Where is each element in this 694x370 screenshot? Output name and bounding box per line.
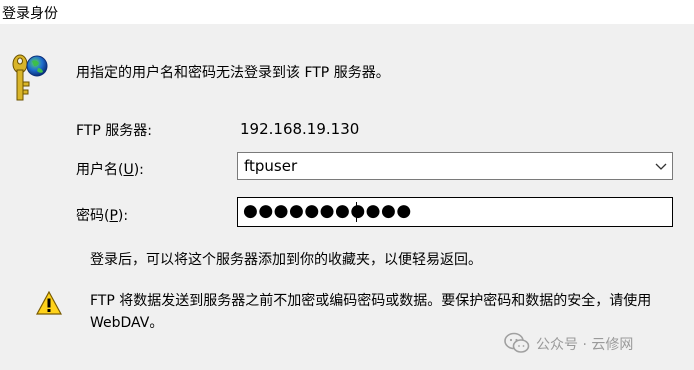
username-combobox[interactable]: ftpuser <box>237 152 673 180</box>
password-field[interactable]: ●●●●●●●●●●● <box>237 197 673 227</box>
password-label: 密码(P): <box>76 208 129 224</box>
error-message: 用指定的用户名和密码无法登录到该 FTP 服务器。 <box>76 65 390 81</box>
wechat-icon <box>504 332 530 353</box>
warning-line-1: FTP 将数据发送到服务器之前不加密或编码密码或数据。要保护密码和数据的安全，请… <box>90 293 652 309</box>
server-address: 192.168.19.130 <box>240 120 360 138</box>
username-value: ftpuser <box>244 157 298 175</box>
title-bar: 登录身份 <box>0 0 694 24</box>
info-text: 登录后，可以将这个服务器添加到你的收藏夹，以便轻易返回。 <box>90 252 482 268</box>
warning-line-2: WebDAV。 <box>90 315 164 331</box>
text-caret <box>356 202 357 222</box>
key-globe-icon <box>12 54 48 101</box>
chevron-down-icon[interactable] <box>654 159 668 173</box>
watermark: 公众号 · 云修网 <box>504 332 684 354</box>
username-label: 用户名(U): <box>76 162 144 178</box>
watermark-text: 公众号 · 云修网 <box>536 337 634 353</box>
window-title: 登录身份 <box>2 6 58 22</box>
warning-icon <box>36 290 62 315</box>
server-label: FTP 服务器: <box>76 123 152 139</box>
password-masked-value: ●●●●●●●●●●● <box>243 201 412 221</box>
